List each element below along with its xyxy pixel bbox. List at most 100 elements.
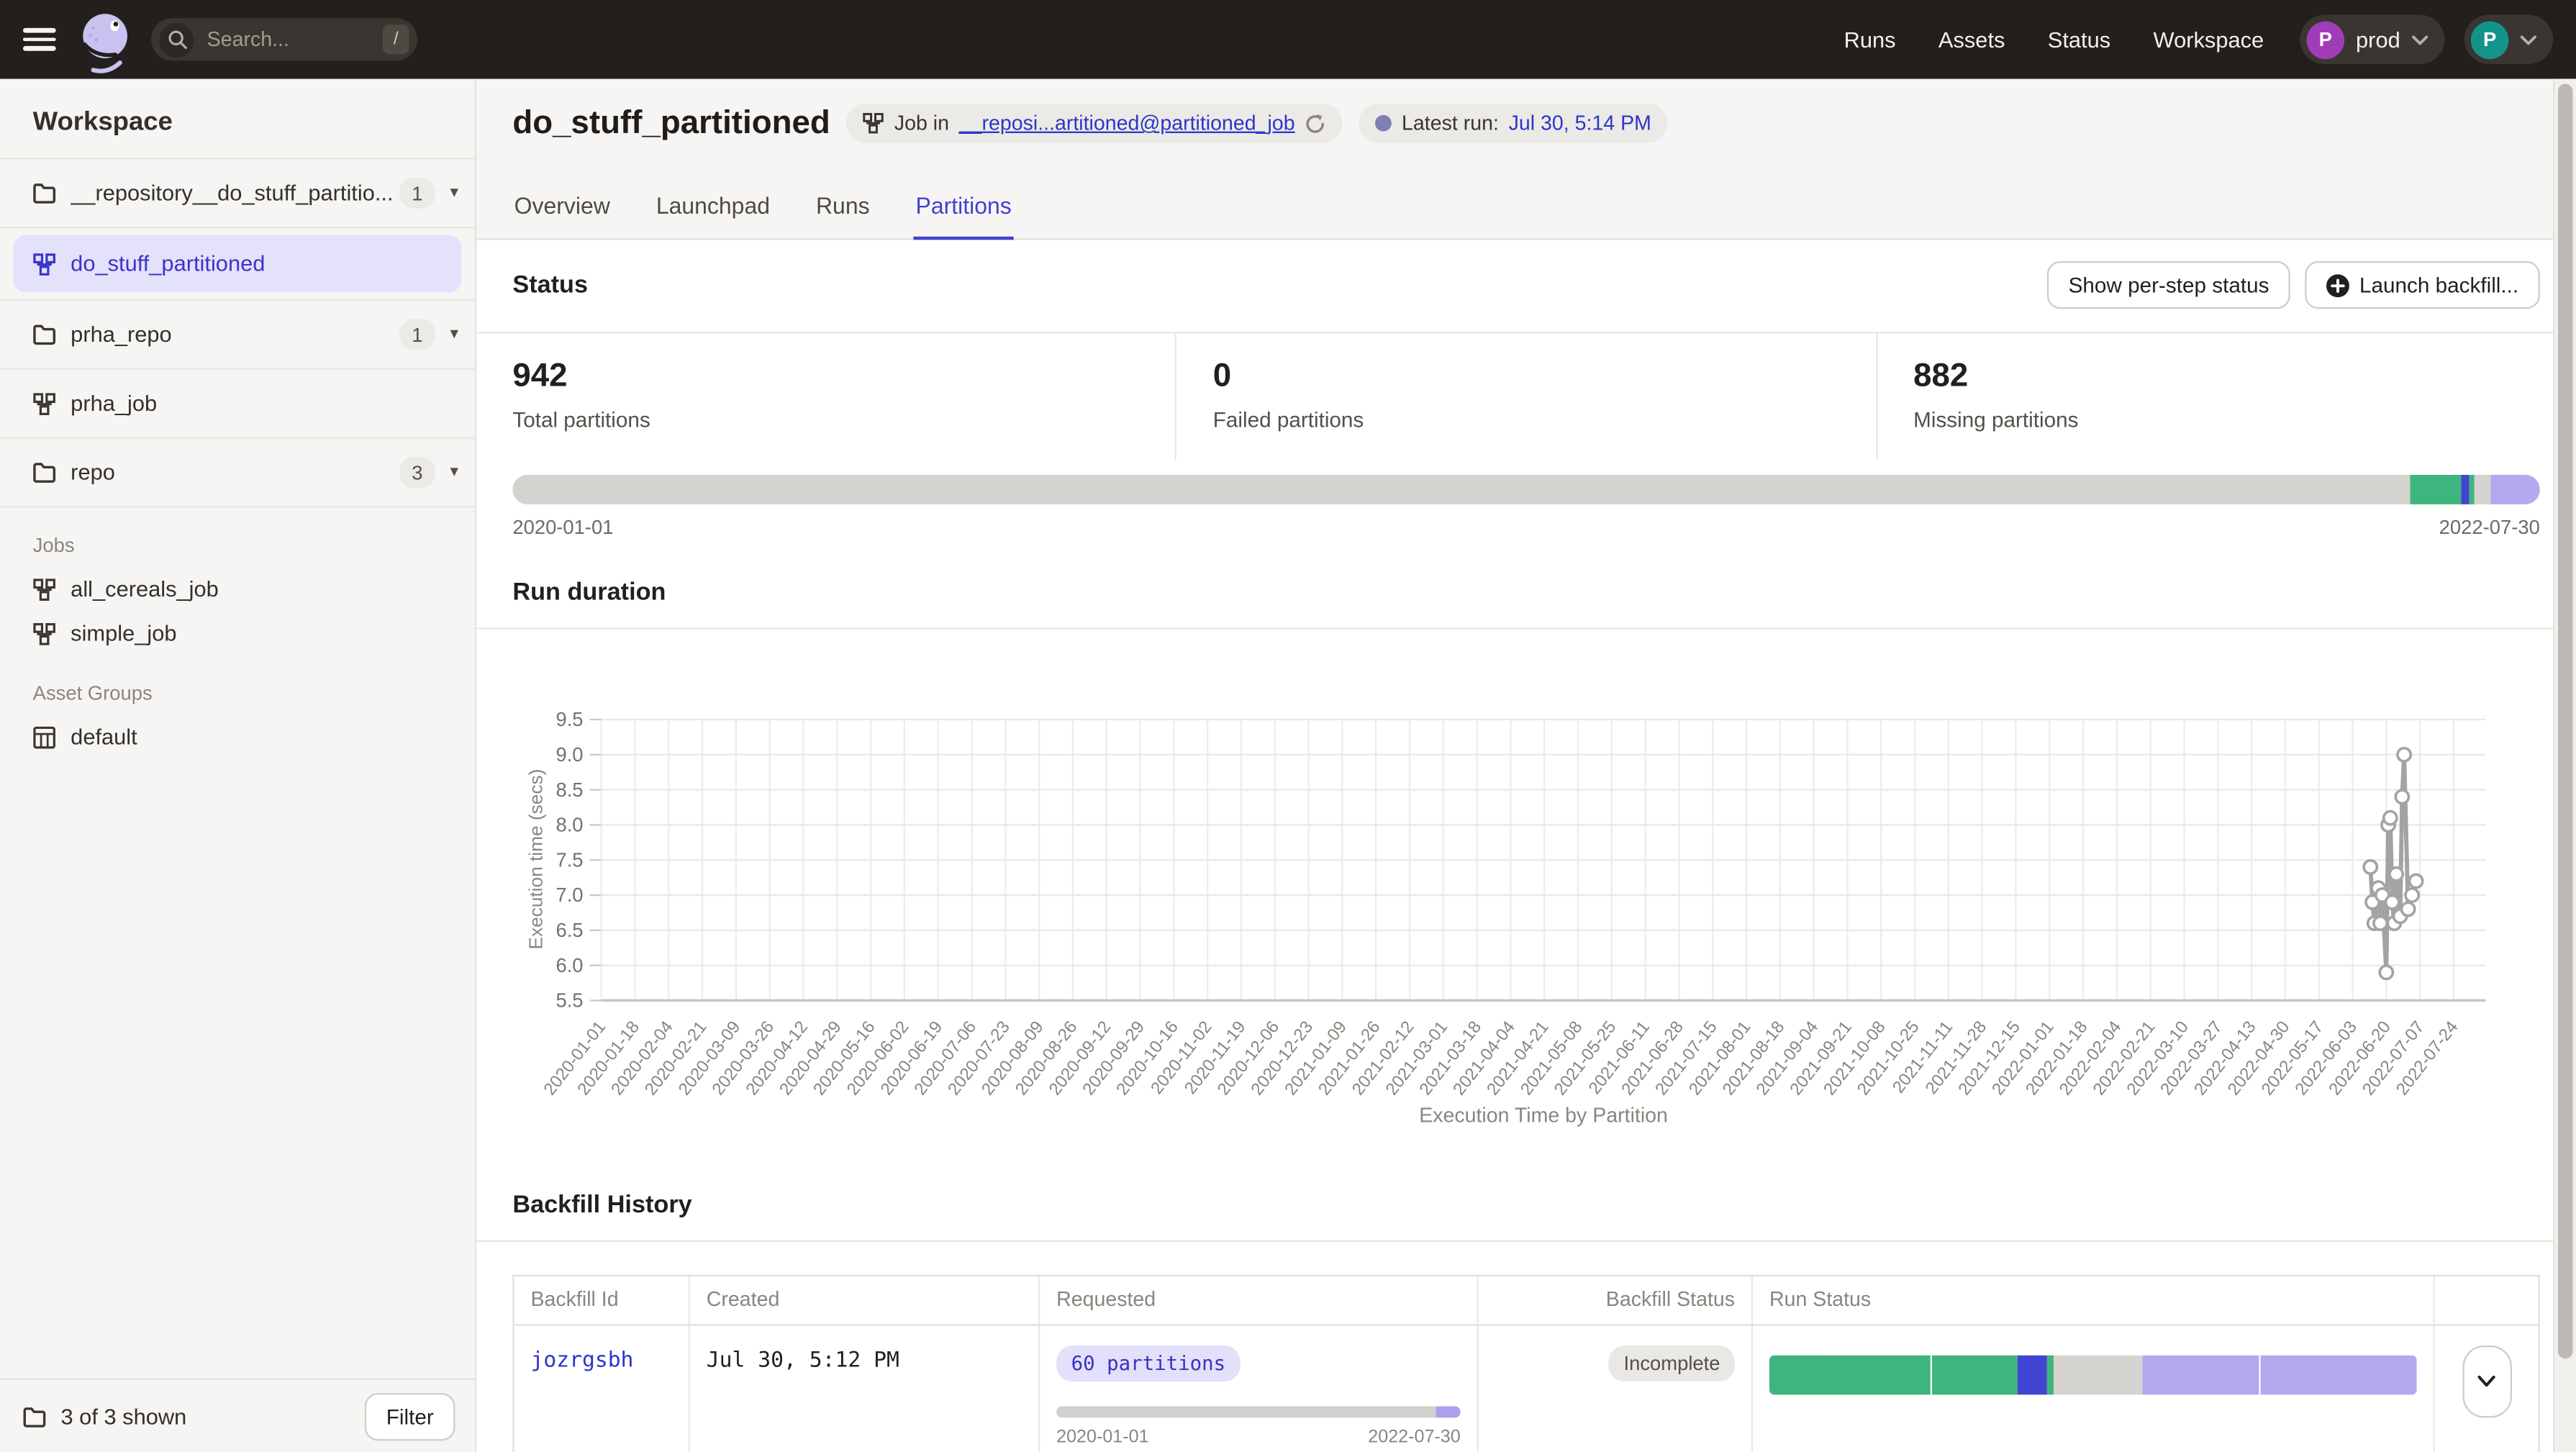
- user-avatar: P: [2471, 21, 2509, 59]
- data-point-marker: [2398, 748, 2411, 761]
- job-origin-link[interactable]: __reposi...artitioned@partitioned_job: [959, 112, 1295, 135]
- col-backfill-id: Backfill Id: [514, 1276, 689, 1325]
- refresh-icon[interactable]: [1305, 112, 1326, 134]
- col-requested: Requested: [1038, 1276, 1477, 1325]
- deployment-avatar: P: [2307, 21, 2345, 59]
- requested-partitions-chip[interactable]: 60 partitions: [1056, 1346, 1241, 1381]
- x-axis-caption: Execution Time by Partition: [1419, 1104, 1668, 1127]
- chevron-down-icon: [2412, 34, 2428, 45]
- expand-row-button[interactable]: [2462, 1346, 2511, 1417]
- job-count-badge: 3: [399, 457, 435, 488]
- expand-caret-icon[interactable]: ▾: [450, 325, 458, 343]
- expand-caret-icon[interactable]: ▾: [450, 184, 458, 202]
- sidebar-item-simple_job[interactable]: simple_job: [0, 611, 475, 655]
- expand-caret-icon[interactable]: ▾: [450, 463, 458, 481]
- stat-missing-partitions: 882 Missing partitions: [1876, 333, 2576, 460]
- sidebar-item-do-stuff-partitioned[interactable]: do_stuff_partitioned: [13, 235, 461, 292]
- sidebar-item-label: __repository__do_stuff_partitio...: [71, 181, 399, 205]
- search-shortcut-key: /: [383, 24, 409, 54]
- tab-partitions[interactable]: Partitions: [914, 178, 1013, 240]
- backfill-status-badge: Incomplete: [1609, 1346, 1735, 1381]
- partition-stats: 942 Total partitions 0 Failed partitions…: [476, 333, 2576, 460]
- latest-run-link[interactable]: Jul 30, 5:14 PM: [1509, 112, 1651, 135]
- plus-circle-icon: [2326, 273, 2349, 296]
- sidebar-item-prha-job[interactable]: prha_job: [0, 370, 475, 437]
- tab-runs[interactable]: Runs: [815, 178, 871, 240]
- folder-icon: [23, 1404, 47, 1428]
- job-icon: [33, 251, 58, 276]
- data-point-marker: [2405, 889, 2418, 902]
- bar-segment: [2262, 1356, 2417, 1395]
- partition-status-bar[interactable]: [512, 475, 2539, 504]
- show-per-step-status-button[interactable]: Show per-step status: [2047, 261, 2290, 309]
- col-created: Created: [689, 1276, 1038, 1325]
- job-header: do_stuff_partitioned Job in __reposi...a…: [476, 79, 2576, 240]
- launch-backfill-button[interactable]: Launch backfill...: [2305, 261, 2540, 309]
- sidebar-item-label: do_stuff_partitioned: [71, 251, 445, 276]
- backfill-id-link[interactable]: jozrgsbh: [530, 1349, 633, 1374]
- tab-overview[interactable]: Overview: [512, 178, 612, 240]
- nav-link-runs[interactable]: Runs: [1844, 27, 1896, 52]
- nav-link-status[interactable]: Status: [2048, 27, 2110, 52]
- global-search[interactable]: /: [151, 18, 417, 60]
- search-icon: [159, 22, 194, 57]
- data-point-marker: [2374, 917, 2387, 930]
- bar-segment: [1056, 1406, 1436, 1417]
- job-icon: [863, 112, 884, 134]
- user-menu[interactable]: P: [2464, 15, 2553, 64]
- folder-icon: [33, 181, 58, 205]
- deployment-label: prod: [2356, 27, 2400, 52]
- search-input[interactable]: [204, 27, 383, 53]
- bar-segment: [1436, 1406, 1461, 1417]
- sidebar-sections: Jobsall_cereals_jobsimple_jobAsset Group…: [0, 508, 475, 759]
- main-content: do_stuff_partitioned Job in __reposi...a…: [476, 79, 2576, 1452]
- sidebar-item-repo[interactable]: repo3▾: [0, 439, 475, 507]
- table-row-created: Jul 30, 5:12 PM: [689, 1326, 1038, 1452]
- sidebar-item-label: simple_job: [71, 621, 442, 645]
- bar-segment: [2469, 475, 2475, 504]
- backfill-history-heading: Backfill History: [476, 1155, 2576, 1240]
- hamburger-menu-icon[interactable]: [23, 28, 56, 51]
- nav-link-workspace[interactable]: Workspace: [2154, 27, 2264, 52]
- filter-button[interactable]: Filter: [365, 1392, 455, 1440]
- deployment-switcher[interactable]: P prod: [2300, 15, 2444, 64]
- stat-total-partitions: 942 Total partitions: [476, 333, 1175, 460]
- bar-segment: [2475, 475, 2492, 504]
- run-duration-chart: 2020-01-012020-01-182020-02-042020-02-21…: [476, 629, 2576, 1155]
- asset-group-icon: [33, 725, 58, 749]
- job-icon: [33, 576, 58, 601]
- data-point-marker: [2395, 790, 2408, 803]
- sidebar-item--repository-do-stuff-partitio-[interactable]: __repository__do_stuff_partitio...1 ▾: [0, 159, 475, 227]
- requested-range-bar: [1056, 1406, 1461, 1417]
- scrollbar-thumb[interactable]: [2558, 83, 2573, 1358]
- bar-segment: [2461, 475, 2469, 504]
- page-scrollbar[interactable]: [2553, 79, 2576, 1452]
- workspace-sidebar: Workspace __repository__do_stuff_partiti…: [0, 79, 476, 1452]
- tab-launchpad[interactable]: Launchpad: [655, 178, 772, 240]
- sidebar-item-label: prha_repo: [71, 322, 399, 347]
- bar-segment: [2410, 475, 2460, 504]
- bar-segment: [2142, 1356, 2261, 1395]
- job-origin-badge: Job in __reposi...artitioned@partitioned…: [847, 104, 1343, 143]
- y-tick-label: 7.0: [555, 884, 583, 906]
- run-status-dot: [1376, 115, 1392, 132]
- sidebar-item-default[interactable]: default: [0, 714, 475, 759]
- status-section-header: Status Show per-step status Launch backf…: [476, 240, 2576, 332]
- repos-shown-count: 3 of 3 shown: [60, 1404, 365, 1428]
- table-row-actions: [2433, 1326, 2538, 1452]
- sidebar-item-all_cereals_job[interactable]: all_cereals_job: [0, 567, 475, 612]
- stat-failed-partitions: 0 Failed partitions: [1175, 333, 1875, 460]
- run-status-bar[interactable]: [1769, 1356, 2417, 1395]
- nav-link-assets[interactable]: Assets: [1938, 27, 2005, 52]
- bar-segment: [2018, 1356, 2046, 1395]
- job-count-badge: 1: [399, 178, 435, 209]
- data-point-marker: [2364, 861, 2377, 874]
- dagster-logo: [76, 10, 135, 76]
- latest-run-badge: Latest run: Jul 30, 5:14 PM: [1359, 104, 1668, 143]
- bar-segment: [1769, 1356, 1931, 1395]
- table-row-requested: 60 partitions 2020-01-01 2022-07-30: [1038, 1326, 1477, 1452]
- table-row-backfill-status: Incomplete: [1477, 1326, 1751, 1452]
- sidebar-item-prha-repo[interactable]: prha_repo1▾: [0, 301, 475, 368]
- table-row-run-status: [1751, 1326, 2434, 1452]
- sidebar-footer: 3 of 3 shown Filter: [0, 1379, 475, 1452]
